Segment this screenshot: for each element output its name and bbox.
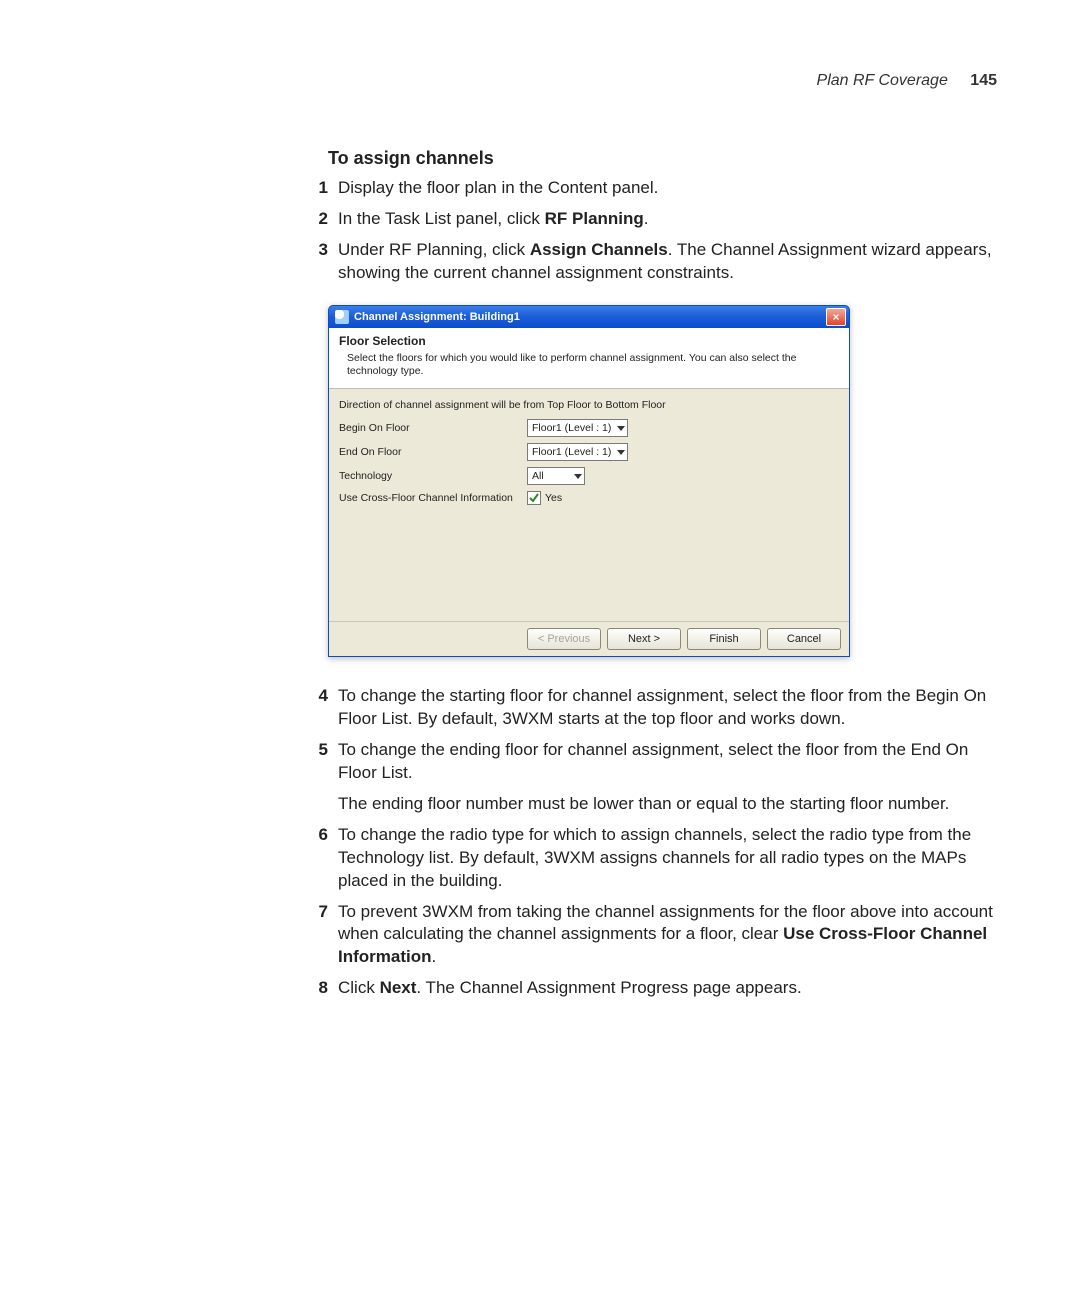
step-text: To prevent 3WXM from taking the channel … <box>338 901 997 970</box>
step-text: To change the ending floor for channel a… <box>338 739 997 816</box>
dropdown-value: Floor1 (Level : 1) <box>532 446 615 458</box>
dropdown-value: Floor1 (Level : 1) <box>532 422 615 434</box>
step-number: 7 <box>300 901 338 970</box>
step-number: 8 <box>300 977 338 1000</box>
step-number: 2 <box>300 208 338 231</box>
step-text: To change the radio type for which to as… <box>338 824 997 893</box>
step-number: 6 <box>300 824 338 893</box>
dialog-description: Select the floors for which you would li… <box>339 352 839 378</box>
dropdown-value: All <box>532 470 548 482</box>
technology-dropdown[interactable]: All <box>527 467 585 485</box>
previous-button: < Previous <box>527 628 601 650</box>
step-text: Click Next. The Channel Assignment Progr… <box>338 977 997 1000</box>
step-number: 1 <box>300 177 338 200</box>
begin-on-floor-dropdown[interactable]: Floor1 (Level : 1) <box>527 419 628 437</box>
dialog-screenshot: Channel Assignment: Building1 × Floor Se… <box>328 305 997 657</box>
step-text: Display the floor plan in the Content pa… <box>338 177 997 200</box>
section-title: To assign channels <box>328 148 997 169</box>
step-text: To change the starting floor for channel… <box>338 685 997 731</box>
end-on-floor-dropdown[interactable]: Floor1 (Level : 1) <box>527 443 628 461</box>
page-number: 145 <box>970 72 997 89</box>
cancel-button[interactable]: Cancel <box>767 628 841 650</box>
step-number: 4 <box>300 685 338 731</box>
cross-floor-label: Use Cross-Floor Channel Information <box>339 492 527 504</box>
dialog-titlebar[interactable]: Channel Assignment: Building1 × <box>328 305 850 328</box>
chevron-down-icon <box>617 426 625 431</box>
check-icon <box>529 493 539 503</box>
step-text: In the Task List panel, click RF Plannin… <box>338 208 997 231</box>
next-button[interactable]: Next > <box>607 628 681 650</box>
begin-on-floor-label: Begin On Floor <box>339 422 527 434</box>
chevron-down-icon <box>574 474 582 479</box>
dialog-heading: Floor Selection <box>339 334 839 348</box>
direction-hint: Direction of channel assignment will be … <box>339 399 839 411</box>
close-button[interactable]: × <box>826 308 846 326</box>
step-text: Under RF Planning, click Assign Channels… <box>338 239 997 285</box>
app-icon <box>335 310 349 324</box>
dialog-button-bar: < Previous Next > Finish Cancel <box>329 621 849 656</box>
cross-floor-checkbox[interactable] <box>527 491 541 505</box>
close-icon: × <box>832 311 839 323</box>
chevron-down-icon <box>617 450 625 455</box>
finish-button[interactable]: Finish <box>687 628 761 650</box>
technology-label: Technology <box>339 470 527 482</box>
dialog-title: Channel Assignment: Building1 <box>354 311 826 323</box>
checkbox-text: Yes <box>545 492 562 504</box>
step-number: 3 <box>300 239 338 285</box>
running-header: Plan RF Coverage 145 <box>817 72 997 90</box>
step-number: 5 <box>300 739 338 816</box>
end-on-floor-label: End On Floor <box>339 446 527 458</box>
section-name: Plan RF Coverage <box>817 72 948 89</box>
